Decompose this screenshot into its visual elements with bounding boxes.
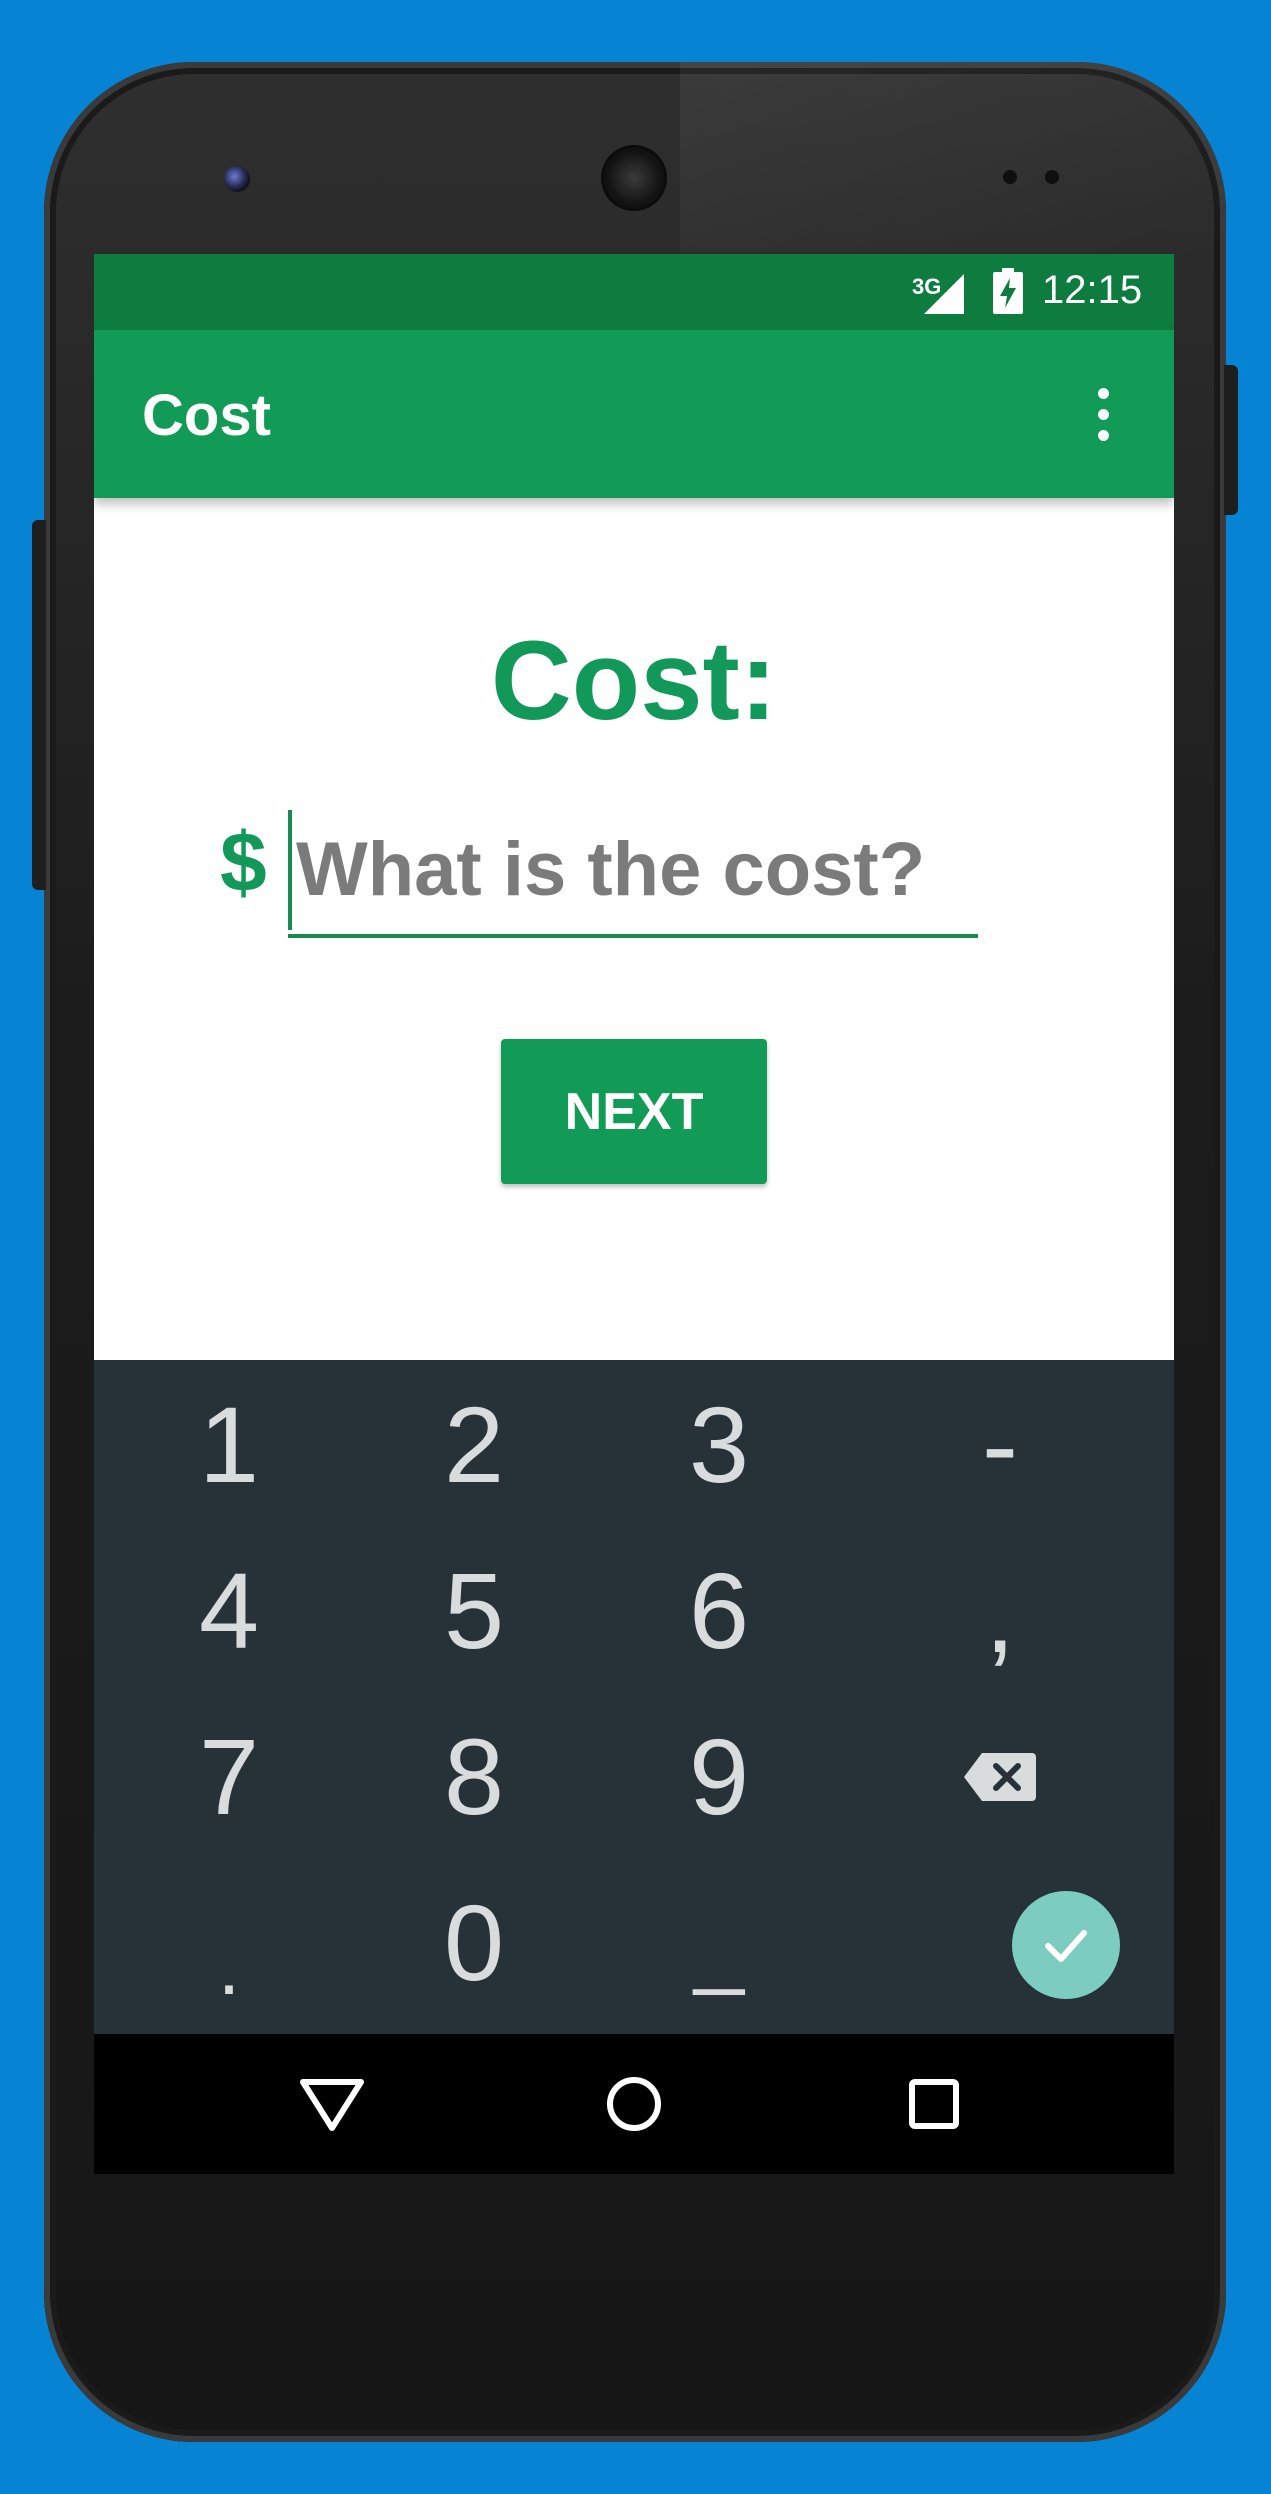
- toolbar-title: Cost: [142, 383, 271, 448]
- recents-icon: [909, 2079, 959, 2129]
- earpiece-speaker: [604, 148, 664, 208]
- proximity-sensor: [1003, 170, 1017, 184]
- key-9[interactable]: 9: [584, 1694, 854, 1860]
- key-1[interactable]: 1: [94, 1362, 364, 1528]
- back-icon: [300, 2079, 364, 2131]
- cost-input[interactable]: [288, 814, 978, 924]
- home-button[interactable]: [592, 2062, 676, 2146]
- power-button: [1224, 365, 1238, 515]
- key-underscore[interactable]: _: [584, 1860, 854, 2026]
- check-icon: [1045, 1930, 1087, 1962]
- menu-dot: [1098, 409, 1109, 420]
- signal-icon: [924, 274, 964, 314]
- key-label: 7: [198, 1716, 260, 1837]
- key-6[interactable]: 6: [584, 1528, 854, 1694]
- page-title: Cost:: [490, 618, 778, 743]
- input-underline: [288, 934, 978, 938]
- light-sensor: [1045, 170, 1059, 184]
- key-label: 0: [443, 1882, 505, 2003]
- phone-screen: 3G 12:15 Cost Cost: $ NEXT 1 2 3 -: [94, 254, 1174, 2174]
- app-toolbar: Cost: [94, 330, 1174, 498]
- backspace-icon: [964, 1753, 1036, 1801]
- key-label: ,: [984, 1554, 1015, 1675]
- next-button[interactable]: NEXT: [501, 1039, 767, 1184]
- more-vert-icon[interactable]: [1078, 382, 1126, 446]
- menu-dot: [1098, 430, 1109, 441]
- key-decimal[interactable]: .: [94, 1860, 364, 2026]
- key-label: 6: [688, 1550, 750, 1671]
- phone-reflection: [680, 62, 1226, 252]
- cost-input-wrapper: [288, 814, 978, 944]
- key-0[interactable]: 0: [339, 1860, 609, 2026]
- key-8[interactable]: 8: [339, 1694, 609, 1860]
- status-bar: 3G 12:15: [94, 254, 1174, 330]
- key-label: -: [982, 1384, 1018, 1505]
- key-label: .: [217, 1922, 241, 2011]
- navigation-bar: [94, 2034, 1174, 2174]
- key-4[interactable]: 4: [94, 1528, 364, 1694]
- home-icon: [607, 2077, 661, 2131]
- back-button[interactable]: [290, 2062, 374, 2146]
- text-cursor: [288, 810, 292, 930]
- key-7[interactable]: 7: [94, 1694, 364, 1860]
- done-button[interactable]: [1012, 1891, 1120, 1999]
- key-3[interactable]: 3: [584, 1362, 854, 1528]
- key-minus[interactable]: -: [865, 1362, 1135, 1528]
- key-label: 3: [688, 1384, 750, 1505]
- key-2[interactable]: 2: [339, 1362, 609, 1528]
- battery-charging-icon: [993, 268, 1023, 314]
- recents-button[interactable]: [892, 2062, 976, 2146]
- currency-symbol: $: [220, 815, 267, 909]
- key-comma[interactable]: ,: [865, 1528, 1135, 1694]
- key-label: 4: [198, 1550, 260, 1671]
- key-label: 2: [443, 1384, 505, 1505]
- key-5[interactable]: 5: [339, 1528, 609, 1694]
- key-label: 8: [443, 1716, 505, 1837]
- menu-dot: [1098, 388, 1109, 399]
- numeric-keyboard: 1 2 3 - 4 5 6 , 7 8 9 . 0 _: [94, 1360, 1174, 2034]
- volume-button: [32, 520, 46, 890]
- key-label: 9: [688, 1716, 750, 1837]
- front-camera-icon: [224, 166, 250, 192]
- key-label: _: [693, 1897, 745, 1997]
- clock: 12:15: [1042, 268, 1143, 312]
- key-label: 1: [198, 1384, 260, 1505]
- key-label: 5: [443, 1550, 505, 1671]
- backspace-key[interactable]: [865, 1694, 1135, 1860]
